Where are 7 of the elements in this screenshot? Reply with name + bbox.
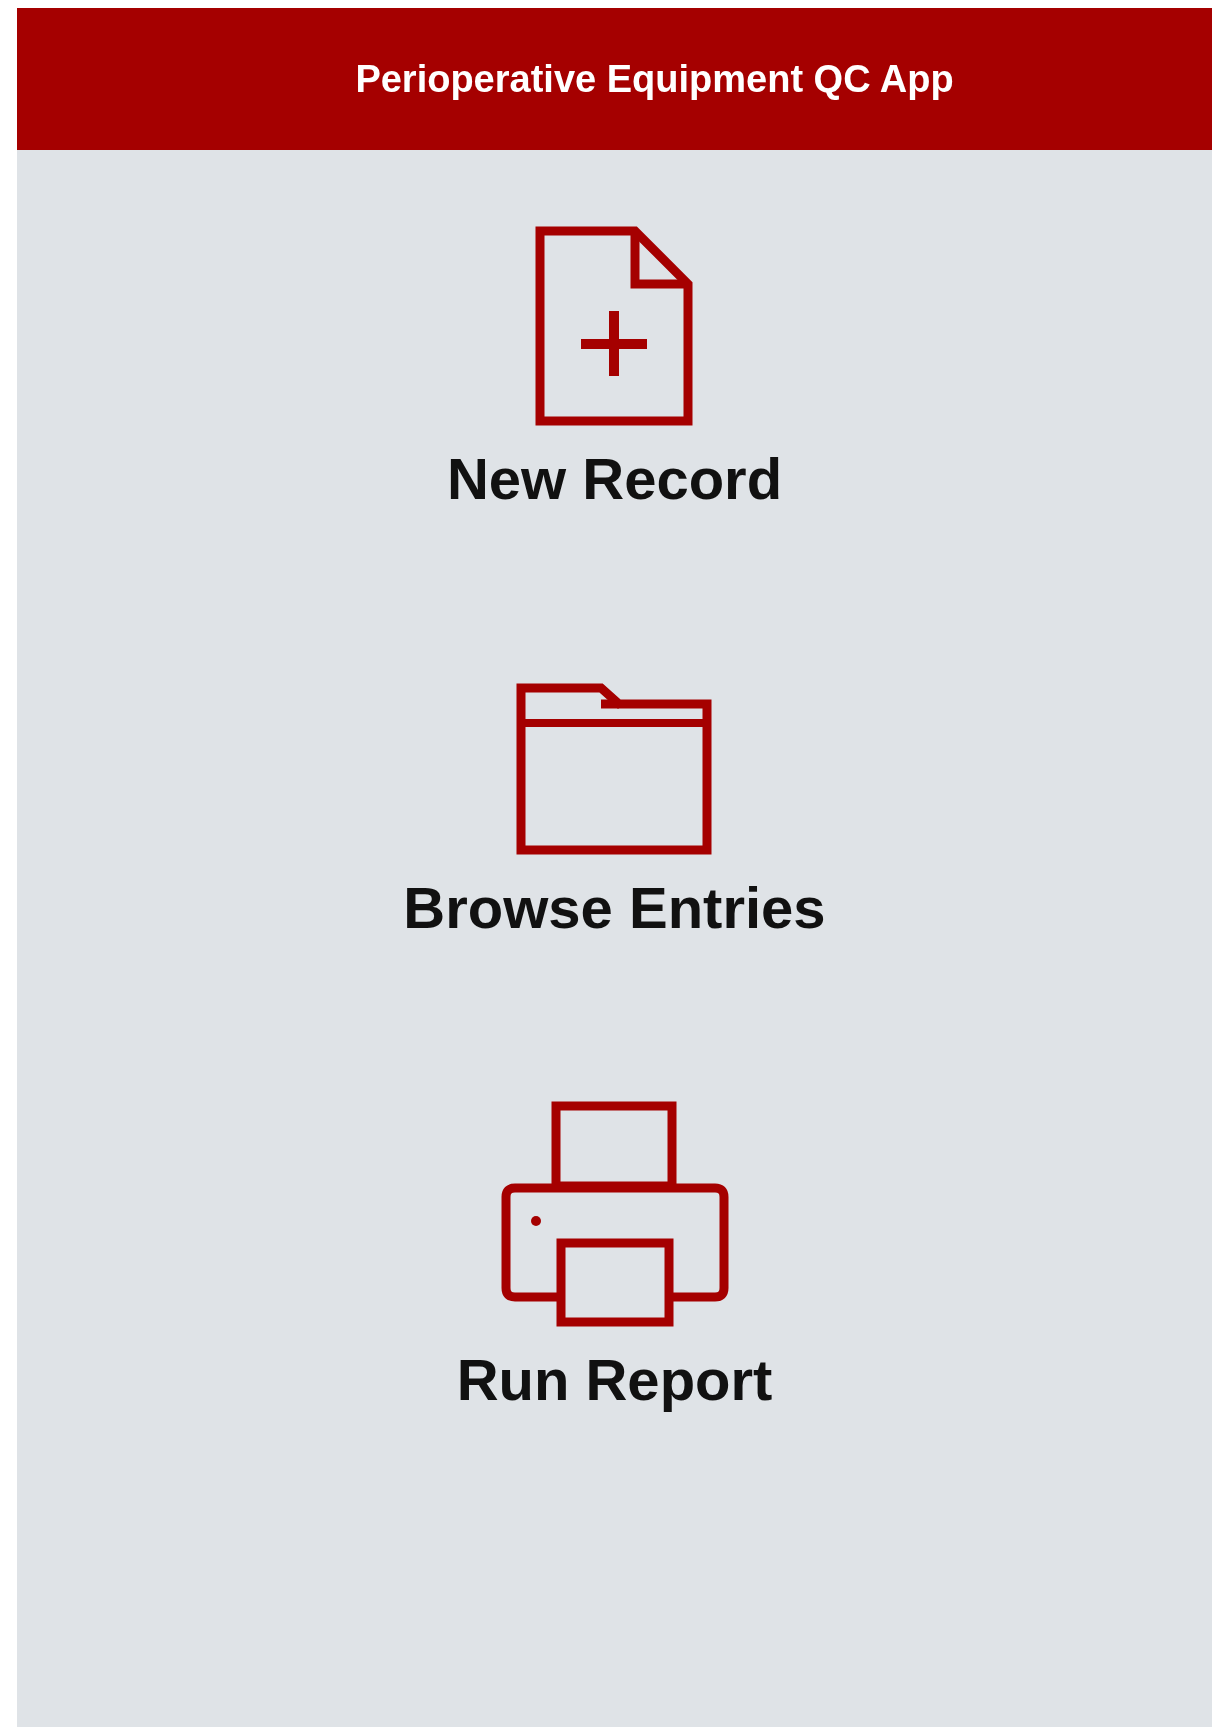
- app-title: Perioperative Equipment QC App: [355, 57, 954, 101]
- new-document-icon: [535, 226, 694, 426]
- menu-action-button[interactable]: Run Report: [456, 1101, 773, 1415]
- menu-action-button[interactable]: Browse Entries: [403, 682, 826, 942]
- printer-icon: [500, 1101, 729, 1328]
- folder-icon: [516, 682, 713, 855]
- menu-action-button[interactable]: New Record: [446, 226, 783, 513]
